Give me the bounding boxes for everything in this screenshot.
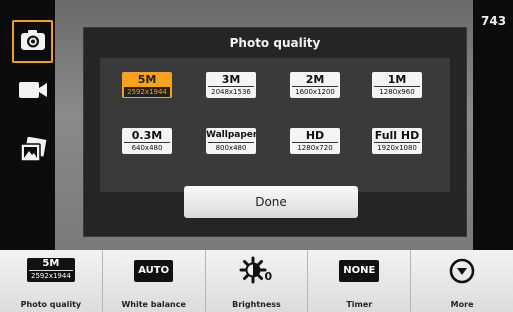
gallery-icon xyxy=(19,136,47,167)
quality-option-0-3m[interactable]: 0.3M 640x480 xyxy=(122,128,172,154)
white-balance-label: White balance xyxy=(121,300,186,309)
option-resolution: 1920x1080 xyxy=(374,142,420,153)
quality-option-hd[interactable]: HD 1280x720 xyxy=(290,128,340,154)
white-balance-button[interactable]: AUTO White balance xyxy=(103,250,206,312)
option-label: Full HD xyxy=(374,129,420,142)
timer-badge: NONE xyxy=(339,260,380,282)
white-balance-badge: AUTO xyxy=(134,260,174,282)
option-label: HD xyxy=(305,129,325,142)
brightness-value: 0 xyxy=(264,270,273,283)
option-label: 2M xyxy=(305,73,325,86)
option-resolution: 2592x1944 xyxy=(124,87,170,97)
chevron-down-circle-icon xyxy=(449,258,475,288)
quality-option-1m[interactable]: 1M 1280x960 xyxy=(372,72,422,98)
done-button[interactable]: Done xyxy=(184,186,358,218)
more-label: More xyxy=(450,300,474,309)
photo-quality-dialog: Photo quality 5M 2592x1944 3M 2048x1536 … xyxy=(83,27,467,237)
mode-bar xyxy=(0,0,55,250)
option-resolution: 1280x720 xyxy=(292,142,338,153)
option-label: 1M xyxy=(387,73,407,86)
quality-option-2m[interactable]: 2M 1600x1200 xyxy=(290,72,340,98)
quality-option-wallpaper[interactable]: Wallpaper 800x480 xyxy=(206,128,256,154)
video-camera-icon xyxy=(18,80,48,104)
quality-options-panel: 5M 2592x1944 3M 2048x1536 2M 1600x1200 1… xyxy=(100,58,450,192)
status-strip: 743 xyxy=(473,0,513,250)
option-resolution: 640x480 xyxy=(124,142,170,153)
option-label: 0.3M xyxy=(131,129,163,142)
brightness-icon: 0 xyxy=(239,256,273,286)
brightness-label: Brightness xyxy=(232,300,281,309)
option-resolution: 1600x1200 xyxy=(292,86,338,97)
option-resolution: 2048x1536 xyxy=(208,86,254,97)
option-label: 5M xyxy=(137,73,157,86)
camera-icon xyxy=(20,29,46,55)
camera-mode-button[interactable] xyxy=(12,20,53,63)
gallery-mode-button[interactable] xyxy=(12,130,53,173)
timer-label: Timer xyxy=(346,300,373,309)
photo-quality-label: Photo quality xyxy=(20,300,82,309)
option-label: 3M xyxy=(221,73,241,86)
photo-quality-badge: 5M 2592x1944 xyxy=(26,258,75,282)
quality-option-5m[interactable]: 5M 2592x1944 xyxy=(122,72,172,98)
quality-option-full-hd[interactable]: Full HD 1920x1080 xyxy=(372,128,422,154)
dialog-title: Photo quality xyxy=(229,36,321,50)
badge-label: 5M xyxy=(42,258,60,269)
camera-screen: 743 Photo quality 5M 2592x1944 3M 2048x1… xyxy=(0,0,513,312)
bottom-toolbar: 5M 2592x1944 Photo quality AUTO White ba… xyxy=(0,250,513,312)
option-label: Wallpaper xyxy=(206,130,256,140)
quality-option-3m[interactable]: 3M 2048x1536 xyxy=(206,72,256,98)
more-button[interactable]: More xyxy=(411,250,513,312)
badge-resolution: 2592x1944 xyxy=(28,270,73,281)
timer-button[interactable]: NONE Timer xyxy=(308,250,412,312)
option-resolution: 1280x960 xyxy=(374,86,420,97)
video-mode-button[interactable] xyxy=(12,70,53,113)
option-resolution: 800x480 xyxy=(208,142,254,153)
photo-quality-button[interactable]: 5M 2592x1944 Photo quality xyxy=(0,250,103,312)
shots-remaining: 743 xyxy=(481,14,507,28)
brightness-button[interactable]: 0 Brightness xyxy=(206,250,309,312)
